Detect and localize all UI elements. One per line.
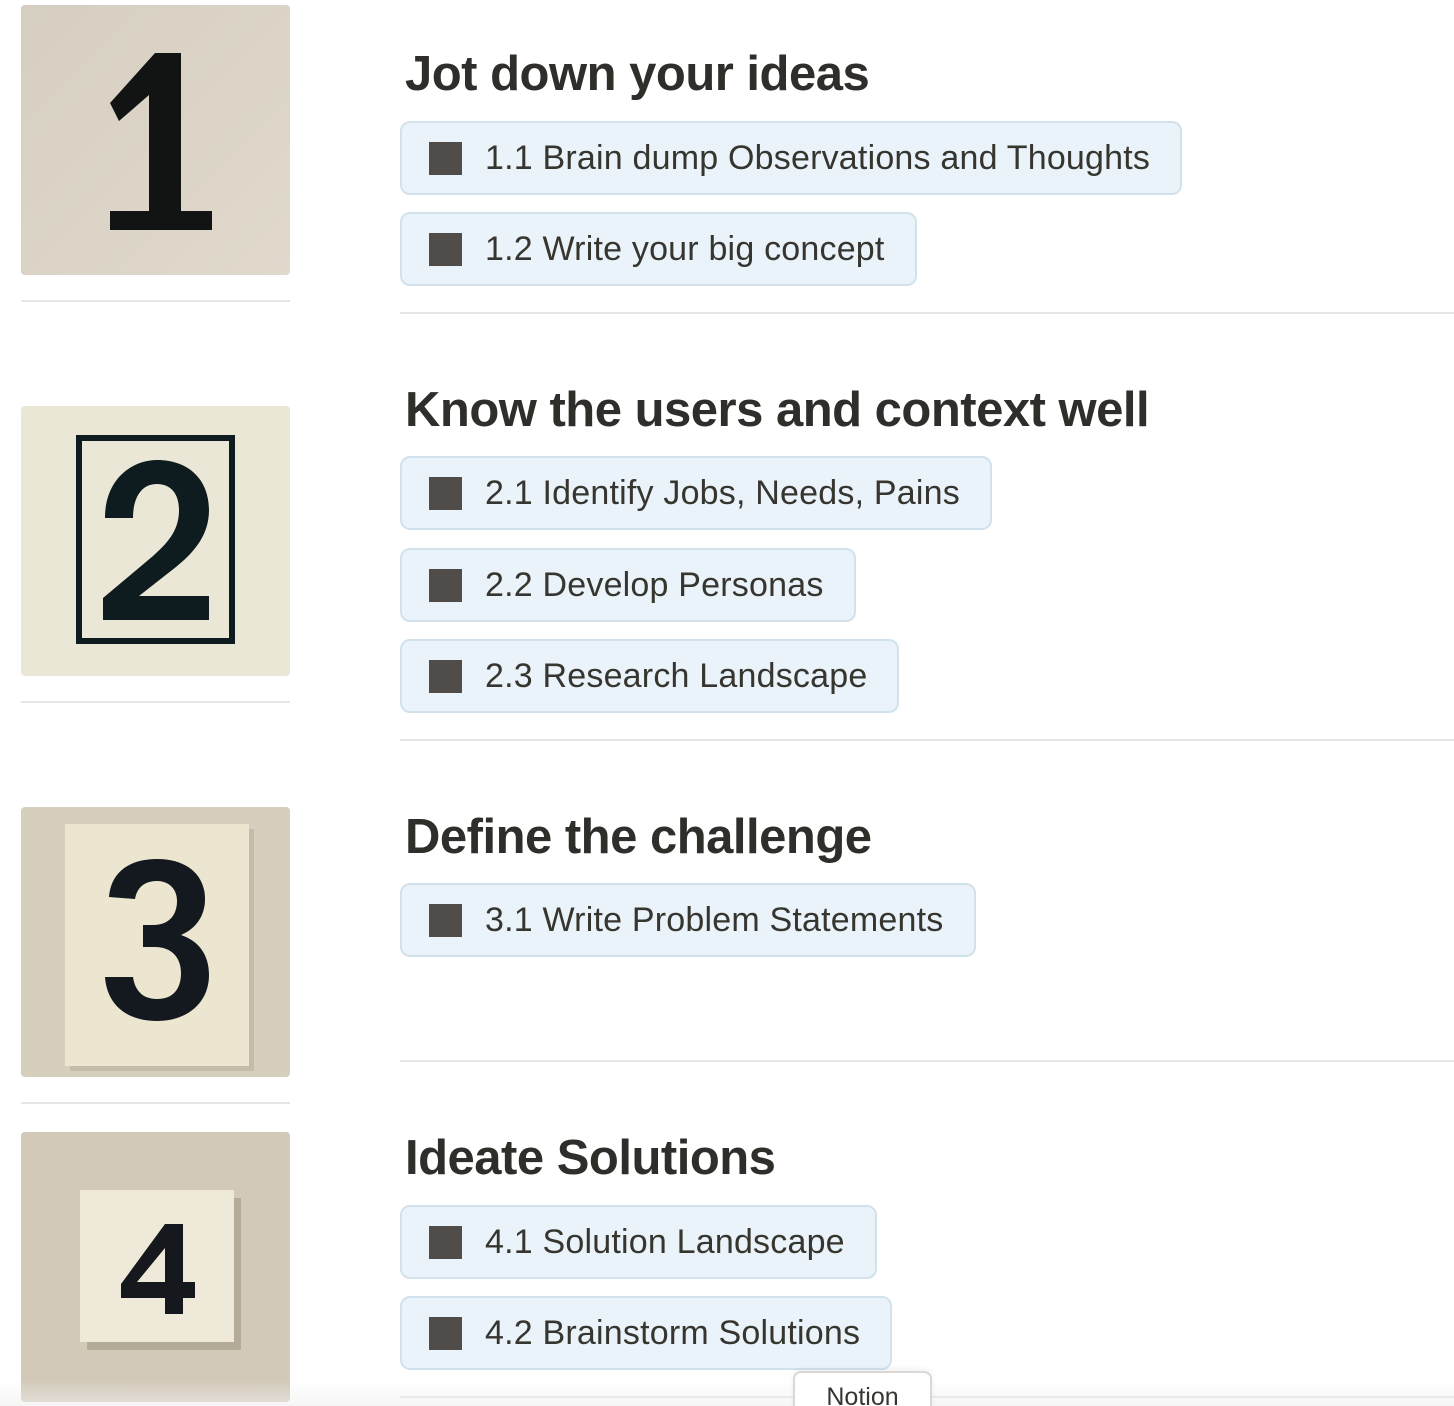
section-3-heading: Define the challenge xyxy=(405,810,872,864)
page-square-icon xyxy=(429,141,462,175)
page-square-icon xyxy=(429,659,462,693)
number-one-image xyxy=(21,5,290,275)
link-label: 1.2 Write your big concept xyxy=(485,229,885,268)
notion-page: Jot down your ideas 1.1 Brain dump Obser… xyxy=(0,0,1454,1406)
link-research-landscape[interactable]: 2.3 Research Landscape xyxy=(400,639,900,713)
section-4-heading: Ideate Solutions xyxy=(405,1131,776,1185)
link-solution-landscape[interactable]: 4.1 Solution Landscape xyxy=(400,1205,877,1279)
thumbnail-divider xyxy=(21,1102,290,1104)
section-1-heading: Jot down your ideas xyxy=(405,47,870,101)
link-big-concept[interactable]: 1.2 Write your big concept xyxy=(400,212,917,286)
notion-tab[interactable]: Notion xyxy=(793,1371,932,1406)
link-label: 3.1 Write Problem Statements xyxy=(485,900,944,939)
link-problem-statements[interactable]: 3.1 Write Problem Statements xyxy=(400,883,976,957)
link-label: 2.2 Develop Personas xyxy=(485,565,824,604)
section-3-thumbnail[interactable] xyxy=(21,807,290,1077)
page-square-icon xyxy=(429,1225,462,1259)
section-1-thumbnail[interactable] xyxy=(21,5,290,275)
link-identify-jobs[interactable]: 2.1 Identify Jobs, Needs, Pains xyxy=(400,456,992,530)
page-square-icon xyxy=(429,903,462,937)
link-label: 4.1 Solution Landscape xyxy=(485,1222,845,1261)
section-4-thumbnail[interactable] xyxy=(21,1132,290,1402)
link-label: 4.2 Brainstorm Solutions xyxy=(485,1313,861,1352)
page-square-icon xyxy=(429,1316,462,1350)
section-2-thumbnail[interactable] xyxy=(21,406,290,676)
link-brain-dump[interactable]: 1.1 Brain dump Observations and Thoughts xyxy=(400,121,1183,195)
number-four-image xyxy=(21,1132,290,1402)
section-divider xyxy=(400,1060,1454,1062)
section-divider xyxy=(400,739,1454,741)
page-square-icon xyxy=(429,232,462,266)
link-develop-personas[interactable]: 2.2 Develop Personas xyxy=(400,548,856,622)
link-label: 2.1 Identify Jobs, Needs, Pains xyxy=(485,473,960,512)
thumbnail-divider xyxy=(21,300,290,302)
section-divider xyxy=(400,312,1454,314)
thumbnail-divider xyxy=(21,701,290,703)
number-three-image xyxy=(21,807,290,1077)
page-square-icon xyxy=(429,476,462,510)
section-2-heading: Know the users and context well xyxy=(405,383,1150,437)
link-label: 2.3 Research Landscape xyxy=(485,656,868,695)
number-two-image xyxy=(21,406,290,676)
link-brainstorm-solutions[interactable]: 4.2 Brainstorm Solutions xyxy=(400,1296,893,1370)
link-label: 1.1 Brain dump Observations and Thoughts xyxy=(485,138,1151,177)
page-square-icon xyxy=(429,568,462,602)
